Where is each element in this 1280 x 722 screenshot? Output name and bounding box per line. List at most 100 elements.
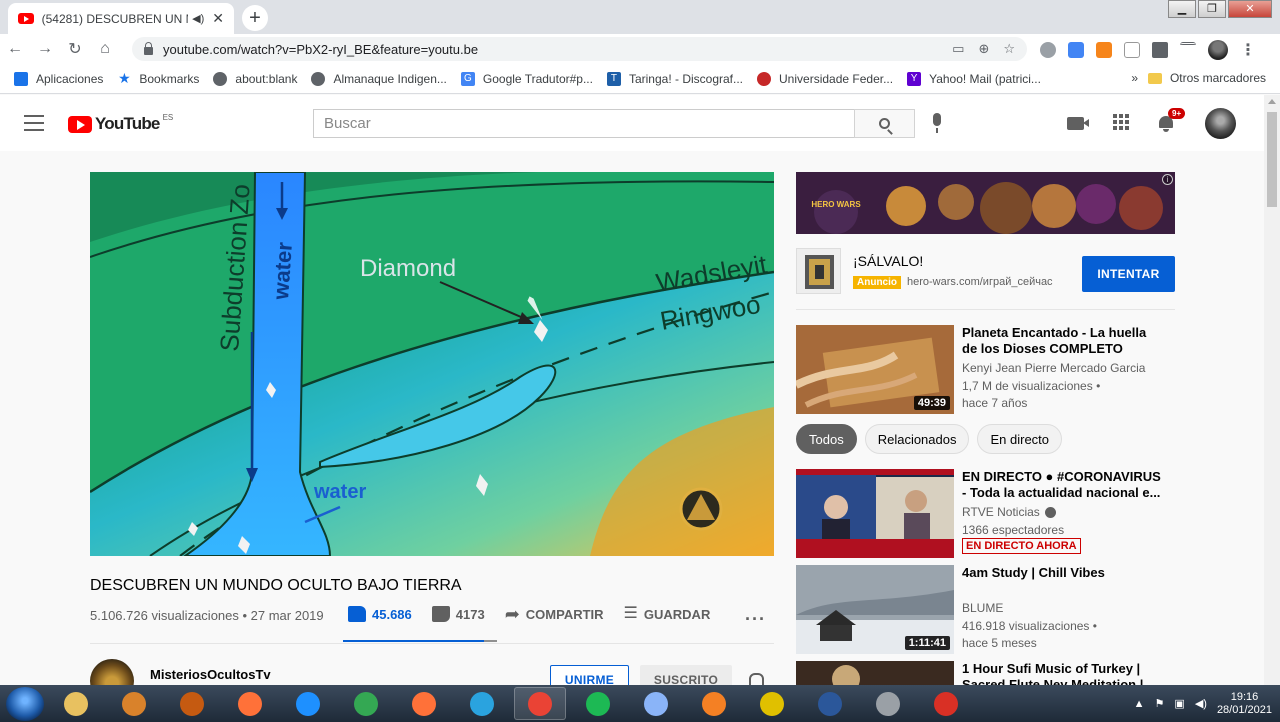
recommended-video[interactable]: 1 Hour Sufi Music of Turkey | Sacred Flu… [796,661,1176,685]
video-thumbnail[interactable] [796,661,954,685]
other-bookmarks[interactable]: Otros marcadores [1147,71,1266,85]
taskbar-app-button[interactable] [108,687,160,720]
reload-icon[interactable]: ↻ [60,39,90,59]
search-button[interactable] [854,109,915,138]
bookmark-almanaque[interactable]: Almanaque Indigen... [311,71,447,86]
puzzle-extensions-icon[interactable] [1152,42,1168,58]
channel-name[interactable]: RTVE Noticias [962,505,1056,519]
account-avatar[interactable] [1205,108,1236,139]
taskbar-app-button[interactable] [746,687,798,720]
bookmark-about-blank[interactable]: about:blank [213,71,297,86]
taskbar-app-button[interactable] [862,687,914,720]
browser-tab-youtube[interactable]: (54281) DESCUBREN UN MUNDO OCULTO BAJO T… [8,3,234,34]
bookmark-label: Bookmarks [139,71,200,86]
taskbar-app-button[interactable] [340,687,392,720]
ad-banner[interactable]: HERO WARS [796,172,1175,234]
youtube-logo[interactable]: YouTube ES [68,113,173,134]
microphone-icon[interactable] [930,113,944,135]
tray-expand-icon[interactable]: ▲ [1134,698,1145,710]
taskbar-app-button[interactable] [514,687,566,720]
chip-relacionados[interactable]: Relacionados [864,424,970,454]
channel-name[interactable]: BLUME [962,601,1003,615]
forward-arrow-icon[interactable]: → [30,40,60,58]
video-title[interactable]: Planeta Encantado - La huella de los Dio… [962,325,1162,357]
taskbar-app-button[interactable] [50,687,102,720]
video-title[interactable]: 1 Hour Sufi Music of Turkey | Sacred Flu… [962,661,1162,685]
speaker-icon[interactable]: ◀) [192,12,204,25]
metamask-fox-icon[interactable] [1096,42,1112,58]
video-thumbnail[interactable] [796,469,954,558]
taskbar-app-button[interactable] [224,687,276,720]
new-tab-button[interactable]: + [242,5,268,31]
bookmark-label: Google Tradutor#p... [482,71,593,86]
taskbar-app-button[interactable] [166,687,218,720]
save-button[interactable]: ☰ GUARDAR [624,606,711,622]
scrollbar-thumb[interactable] [1267,112,1277,207]
apps-icon[interactable] [1113,114,1129,130]
channel-bell-icon[interactable] [748,672,764,687]
video-title[interactable]: 4am Study | Chill Vibes [962,565,1162,581]
bookmark-bookmarks[interactable]: ★ Bookmarks [117,70,200,86]
more-actions-icon[interactable]: ··· [745,609,766,630]
channel-name[interactable]: Kenyi Jean Pierre Mercado Garcia [962,361,1145,375]
chip-todos[interactable]: Todos [796,424,857,454]
video-thumbnail[interactable]: 49:39 [796,325,954,414]
ad-info-icon[interactable]: i [1162,174,1173,185]
taskbar-app-button[interactable] [456,687,508,720]
taskbar-app-button[interactable] [572,687,624,720]
chip-en-directo[interactable]: En directo [977,424,1063,454]
dislike-button[interactable]: 4173 [431,606,485,622]
network-icon[interactable]: ▣ [1174,697,1184,710]
ad-cta-button[interactable]: INTENTAR [1082,256,1175,292]
zoom-icon[interactable]: ⊕ [978,41,989,57]
media-queue-icon[interactable] [1180,42,1196,58]
scroll-up-arrow-icon[interactable] [1268,99,1276,104]
bookmark-label: Yahoo! Mail (patrici... [929,71,1041,86]
share-button[interactable]: ➦ COMPARTIR [505,605,604,623]
recommended-video[interactable]: 49:39 Planeta Encantado - La huella de l… [796,325,1176,415]
video-title[interactable]: EN DIRECTO ● #CORONAVIRUS - Toda la actu… [962,469,1162,501]
bookmark-yahoo[interactable]: Y Yahoo! Mail (patrici... [907,71,1041,86]
action-center-flag-icon[interactable]: ⚑ [1155,697,1165,710]
more-bookmarks-chevron-icon[interactable]: » [1131,71,1138,85]
video-player[interactable]: Subduction Zo water Diamond Wadsleyit Ri… [90,172,774,556]
chrome-menu-icon[interactable]: ⋮ [1240,40,1256,60]
taskbar-app-button[interactable] [804,687,856,720]
maximize-button[interactable]: ❐ [1198,0,1226,18]
recommended-video[interactable]: 1:11:41 4am Study | Chill Vibes BLUME 41… [796,565,1176,655]
menu-icon[interactable] [24,115,44,131]
bookmark-google-tradutor[interactable]: G Google Tradutor#p... [460,71,593,86]
recommended-video[interactable]: EN DIRECTO ● #CORONAVIRUS - Toda la actu… [796,469,1176,559]
windows-start-button[interactable] [6,686,44,721]
google-translate-ext-icon[interactable] [1068,42,1084,58]
close-window-button[interactable]: ✕ [1228,0,1272,18]
channel-name[interactable]: MisteriosOcultosTv [150,667,271,682]
extension-circle-icon[interactable] [1040,42,1056,58]
cast-icon[interactable]: ▭ [952,41,964,57]
bookmark-taringa[interactable]: T Taringa! - Discograf... [606,71,743,86]
chrome-profile-avatar[interactable] [1208,40,1228,60]
reader-ext-icon[interactable] [1124,42,1140,58]
taskbar-app-button[interactable] [630,687,682,720]
close-tab-icon[interactable]: ✕ [212,10,224,27]
ad-title[interactable]: ¡SÁLVALO! [853,253,923,269]
taskbar-app-button[interactable] [920,687,972,720]
taskbar-app-button[interactable] [282,687,334,720]
bookmark-universidade[interactable]: Universidade Feder... [757,71,893,86]
page-scrollbar[interactable] [1264,95,1280,685]
minimize-button[interactable]: ▁ [1168,0,1196,18]
back-arrow-icon[interactable]: ← [0,40,30,58]
address-bar[interactable]: youtube.com/watch?v=PbX2-ryI_BE&feature=… [132,37,1027,61]
like-button[interactable]: 45.686 [348,606,412,622]
video-thumbnail[interactable]: 1:11:41 [796,565,954,654]
volume-icon[interactable]: ◀) [1195,697,1207,710]
ad-thumbnail[interactable] [796,248,841,294]
taskbar-app-button[interactable] [398,687,450,720]
taskbar-app-button[interactable] [688,687,740,720]
bookmark-aplicaciones[interactable]: Aplicaciones [14,71,103,86]
create-video-icon[interactable] [1067,117,1089,130]
home-icon[interactable]: ⌂ [90,40,120,58]
taskbar-clock[interactable]: 19:16 28/01/2021 [1217,691,1272,717]
search-input[interactable] [314,110,854,137]
bookmark-star-icon[interactable]: ☆ [1003,41,1015,57]
